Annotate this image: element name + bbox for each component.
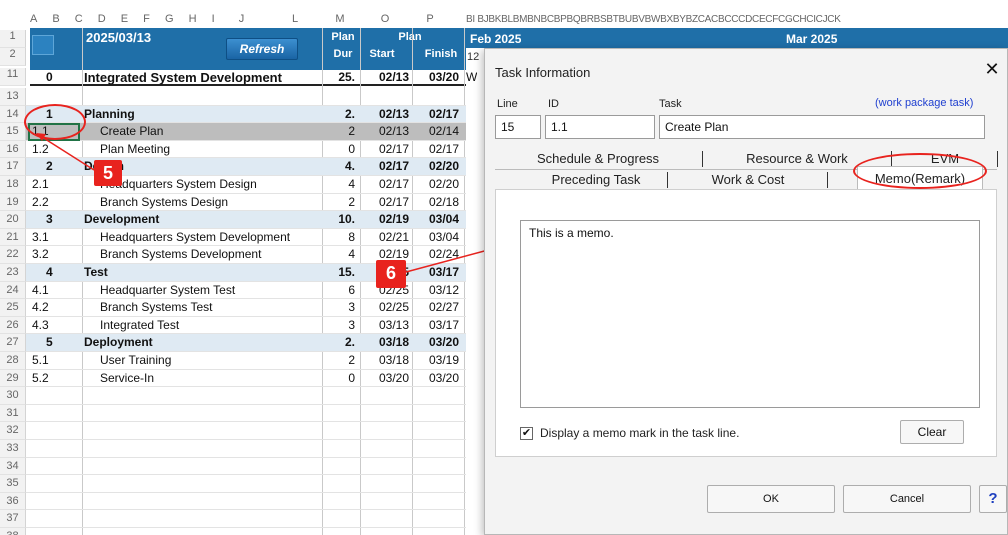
ok-button[interactable]: OK bbox=[707, 485, 835, 513]
task-field[interactable]: Create Plan bbox=[659, 115, 985, 139]
memo-mark-checkbox[interactable]: ✔ bbox=[520, 427, 533, 440]
memo-textarea[interactable]: This is a memo. bbox=[520, 220, 980, 408]
tab-schedule-progress[interactable]: Schedule & Progress bbox=[503, 149, 693, 169]
tab-divider bbox=[827, 172, 828, 188]
cancel-button[interactable]: Cancel bbox=[843, 485, 971, 513]
annotation-ellipse bbox=[853, 153, 987, 189]
clear-button[interactable]: Clear bbox=[900, 420, 964, 444]
tab-work-cost[interactable]: Work & Cost bbox=[671, 170, 825, 190]
memo-panel: This is a memo. ✔ Display a memo mark in… bbox=[495, 189, 997, 457]
tab-divider bbox=[667, 172, 668, 188]
id-field[interactable]: 1.1 bbox=[545, 115, 655, 139]
dialog-title: Task Information bbox=[495, 65, 591, 80]
arrowhead bbox=[36, 133, 46, 141]
tab-divider bbox=[702, 151, 703, 167]
arrow-line bbox=[41, 136, 95, 171]
help-button[interactable]: ? bbox=[979, 485, 1007, 513]
memo-mark-label: Display a memo mark in the task line. bbox=[540, 426, 740, 440]
task-label: Task bbox=[659, 98, 682, 110]
close-icon[interactable]: ✕ bbox=[981, 59, 1003, 81]
line-field[interactable]: 15 bbox=[495, 115, 541, 139]
work-package-link[interactable]: (work package task) bbox=[875, 97, 973, 109]
task-information-dialog: Task Information ✕ Line ID Task (work pa… bbox=[484, 48, 1008, 535]
id-label: ID bbox=[548, 98, 559, 110]
line-label: Line bbox=[497, 98, 518, 110]
tab-preceding-task[interactable]: Preceding Task bbox=[503, 170, 689, 190]
tab-divider bbox=[997, 151, 998, 167]
